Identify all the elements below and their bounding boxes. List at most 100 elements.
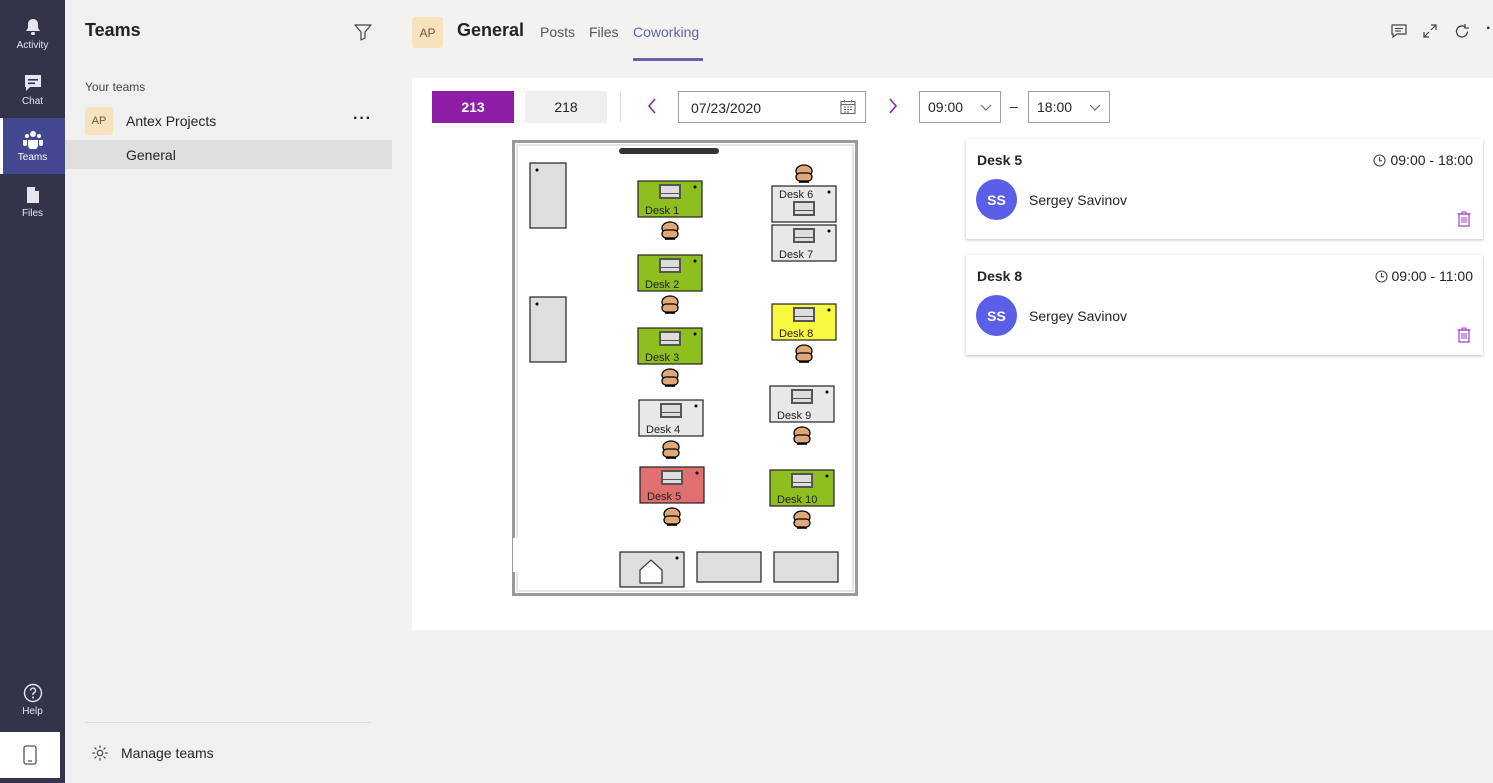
desk-dot [693, 185, 697, 189]
help-icon [23, 683, 42, 703]
booking-time-value: 09:00 - 18:00 [1390, 152, 1473, 168]
booking-card: Desk 8 09:00 - 11:00 SS Sergey Savinov [966, 255, 1483, 355]
laptop-icon [793, 201, 815, 216]
chair-icon [662, 440, 680, 459]
avatar: SS [976, 295, 1017, 336]
desk-dot [694, 404, 698, 408]
laptop-icon [793, 307, 815, 322]
laptop-icon [659, 258, 681, 273]
desk-dot [695, 471, 699, 475]
booking-desk: Desk 5 [977, 152, 1023, 168]
coworking-panel: 213 218 07/23/2020 09:00 – 18:00 Desk 1 … [412, 78, 1493, 630]
date-value: 07/23/2020 [691, 100, 762, 116]
panel-title: Teams [85, 20, 141, 40]
active-tab-indicator [633, 58, 703, 61]
manage-teams-button[interactable]: Manage teams [85, 738, 214, 768]
channel-title: General [457, 20, 525, 40]
trash-icon[interactable] [1457, 327, 1471, 343]
chair-icon [795, 164, 813, 183]
your-teams-label: Your teams [85, 80, 146, 94]
chair-icon [663, 507, 681, 526]
desk-dot [827, 308, 831, 312]
laptop-icon [660, 403, 682, 418]
team-name: Antex Projects [126, 113, 217, 129]
booking-time: 09:00 - 11:00 [1374, 268, 1473, 284]
tab-coworking[interactable]: Coworking [633, 24, 699, 40]
chair-icon [793, 510, 811, 529]
door [513, 538, 519, 572]
tab-posts[interactable]: Posts [540, 24, 575, 40]
filter-icon[interactable] [353, 22, 373, 42]
clock-icon [1374, 269, 1388, 283]
time-range-dash: – [1010, 98, 1018, 114]
chair-icon [793, 426, 811, 445]
booking-card: Desk 5 09:00 - 18:00 SS Sergey Savinov [966, 139, 1483, 239]
desk-dot [825, 474, 829, 478]
team-avatar: AP [85, 107, 113, 135]
bell-icon [25, 19, 40, 35]
divider [85, 722, 371, 723]
teams-panel: Teams Your teams AP Antex Projects ··· G… [65, 0, 392, 783]
room-button-218[interactable]: 218 [525, 91, 607, 123]
booking-time: 09:00 - 18:00 [1373, 152, 1473, 168]
desk-label: Desk 3 [645, 352, 679, 364]
rail-chat-label: Chat [21, 96, 44, 107]
mobile-app-button[interactable] [0, 732, 60, 778]
booking-user: Sergey Savinov [1029, 308, 1128, 324]
chair-icon [661, 221, 679, 240]
rail-files[interactable]: Files [0, 174, 65, 230]
avatar: SS [976, 179, 1017, 220]
trash-icon[interactable] [1457, 211, 1471, 227]
desk-dot [827, 229, 831, 233]
desk-label: Desk 4 [646, 424, 680, 436]
more-icon[interactable]: · [1486, 20, 1491, 38]
channel-name: General [126, 147, 176, 163]
rail-teams[interactable]: Teams [0, 118, 65, 174]
room-button-213[interactable]: 213 [432, 91, 514, 123]
time-to-select[interactable]: 18:00 [1028, 91, 1110, 123]
laptop-icon [659, 184, 681, 199]
time-from-select[interactable]: 09:00 [919, 91, 1001, 123]
rail-files-label: Files [21, 208, 44, 219]
teams-icon [22, 131, 43, 149]
date-picker[interactable]: 07/23/2020 [678, 91, 866, 123]
desk-label: Desk 1 [645, 205, 679, 217]
rail-activity[interactable]: Activity [0, 6, 65, 62]
refresh-icon[interactable] [1453, 22, 1471, 40]
rail-help[interactable]: Help [0, 672, 65, 728]
desk-7[interactable]: Desk 7 [771, 224, 837, 262]
desk-label: Desk 7 [779, 249, 813, 261]
whiteboard [619, 148, 719, 154]
clock-icon [1373, 153, 1387, 167]
rail-chat[interactable]: Chat [0, 62, 65, 118]
tab-files[interactable]: Files [589, 24, 619, 40]
gear-icon [92, 745, 108, 761]
desk-label: Desk 10 [777, 494, 817, 506]
app-rail: Activity Chat Teams Files Help [0, 0, 65, 783]
cabinet [529, 296, 567, 363]
laptop-icon [791, 389, 813, 404]
more-options-icon[interactable]: ··· [353, 110, 372, 128]
laptop-icon [659, 331, 681, 346]
chair-icon [661, 295, 679, 314]
chair-icon [795, 344, 813, 363]
expand-icon[interactable] [1421, 22, 1439, 40]
chat-icon [24, 75, 41, 91]
manage-teams-label: Manage teams [121, 745, 214, 761]
chevron-down-icon [980, 104, 992, 111]
conversation-icon[interactable] [1390, 22, 1408, 40]
channel-item-general[interactable]: General [65, 140, 392, 169]
calendar-icon [840, 100, 856, 115]
laptop-icon [791, 473, 813, 488]
desk-label: Desk 8 [779, 328, 813, 340]
chevron-right-icon[interactable] [886, 96, 900, 116]
time-from-value: 09:00 [928, 99, 964, 115]
cabinet [529, 162, 567, 229]
desk-label: Desk 2 [645, 279, 679, 291]
storage-unit [696, 551, 762, 583]
team-item[interactable]: AP Antex Projects ··· [65, 106, 392, 136]
booking-time-value: 09:00 - 11:00 [1391, 268, 1473, 284]
time-to-value: 18:00 [1037, 99, 1073, 115]
floor-plan: Desk 1 Desk 2 Desk 3 Desk 4 Desk 5 Desk 6 Desk… [512, 140, 858, 596]
chevron-left-icon[interactable] [645, 96, 659, 116]
